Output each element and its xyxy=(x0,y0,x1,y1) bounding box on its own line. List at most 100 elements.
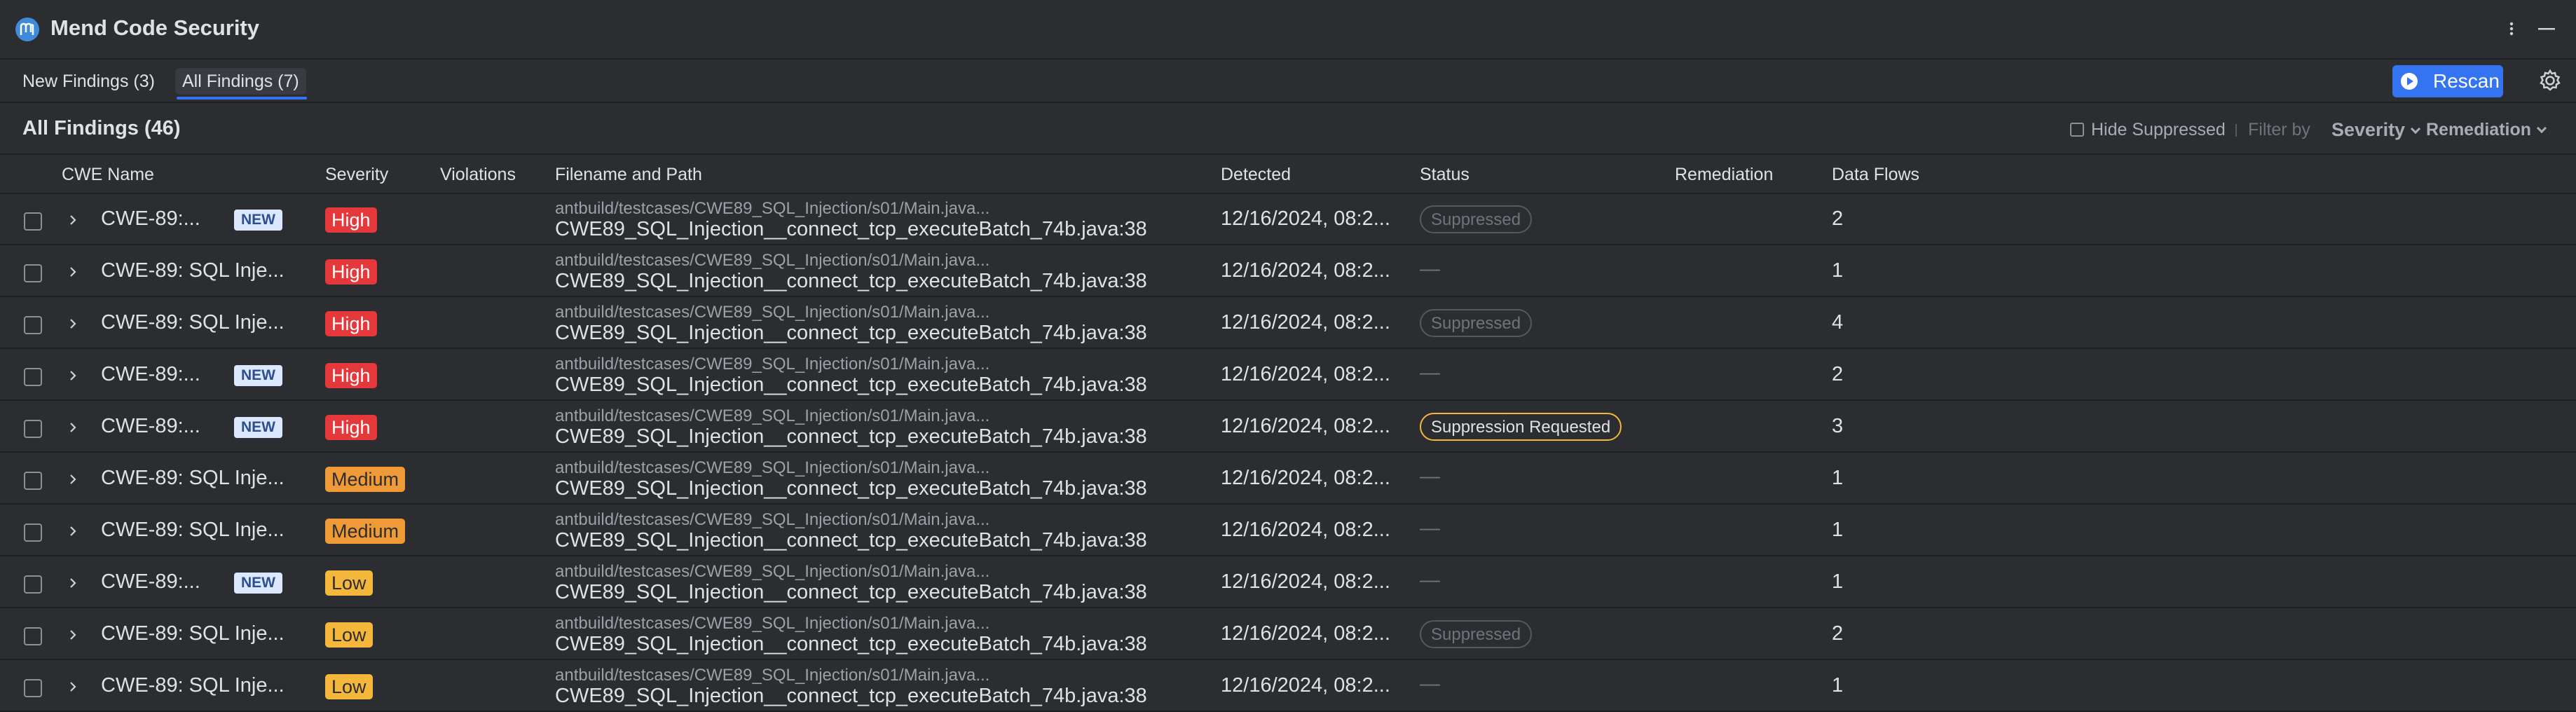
data-flows-count: 2 xyxy=(1832,363,1844,385)
severity-badge: High xyxy=(325,363,377,388)
data-flows-count: 1 xyxy=(1832,570,1844,593)
table-row[interactable]: CWE-89:...NEWHigh1antbuild/testcases/CWE… xyxy=(0,195,2576,245)
row-checkbox[interactable] xyxy=(24,472,42,490)
detected-date: 12/16/2024, 08:2... xyxy=(1221,570,1390,593)
file-name-line[interactable]: CWE89_SQL_Injection__connect_tcp_execute… xyxy=(555,322,1186,345)
table-row[interactable]: CWE-89: SQL Inje... Low antbuild/testcases… xyxy=(0,610,2576,660)
chevron-right-icon[interactable] xyxy=(67,318,78,329)
chevron-right-icon[interactable] xyxy=(67,214,78,226)
play-icon xyxy=(2401,73,2418,90)
file-name-line[interactable]: CWE89_SQL_Injection__connect_tcp_execute… xyxy=(555,218,1186,241)
gear-icon[interactable] xyxy=(2537,67,2563,94)
row-checkbox[interactable] xyxy=(24,575,42,594)
severity-badge: High xyxy=(325,207,377,233)
column-header-path[interactable]: Filename and Path xyxy=(555,165,702,185)
more-options-icon[interactable] xyxy=(2505,15,2519,41)
detected-date: 12/16/2024, 08:2... xyxy=(1221,259,1390,282)
table-row[interactable]: CWE-89:...NEWHigh1antbuild/testcases/CWE… xyxy=(0,350,2576,401)
chevron-down-icon xyxy=(2411,123,2421,135)
file-name-line[interactable]: CWE89_SQL_Injection__connect_tcp_execute… xyxy=(555,633,1186,656)
cwe-name: CWE-89: SQL Inje... xyxy=(101,467,285,489)
rescan-label: Rescan xyxy=(2433,70,2500,92)
chevron-right-icon[interactable] xyxy=(67,474,78,485)
chevron-right-icon[interactable] xyxy=(67,370,78,381)
remediation-filter-dropdown[interactable]: Remediation xyxy=(2426,120,2547,139)
row-checkbox[interactable] xyxy=(24,679,42,697)
column-header-remediation[interactable]: Remediation xyxy=(1675,165,1773,185)
status-badge: Suppressed xyxy=(1420,620,1533,648)
severity-badge: Medium xyxy=(325,519,406,544)
filter-by-label: Filter by xyxy=(2248,120,2310,139)
detected-date: 12/16/2024, 08:2... xyxy=(1221,622,1390,645)
row-checkbox[interactable] xyxy=(24,420,42,438)
chevron-right-icon[interactable] xyxy=(67,266,78,278)
severity-badge: Low xyxy=(325,570,373,596)
table-row[interactable]: CWE-89: SQL Inje... Medium antbuild/testca… xyxy=(0,506,2576,556)
status-badge: Suppressed xyxy=(1420,205,1533,233)
status-empty: — xyxy=(1420,258,1440,280)
table-header: CWE Name Severity Violations Filename an… xyxy=(0,156,2576,194)
column-header-detected[interactable]: Detected xyxy=(1221,165,1291,185)
data-flows-count: 1 xyxy=(1832,519,1844,541)
table-row[interactable]: CWE-89: SQL Inje... High 1 antbuild/testcas… xyxy=(0,247,2576,297)
row-checkbox[interactable] xyxy=(24,212,42,231)
status-empty: — xyxy=(1420,517,1440,540)
table-row[interactable]: CWE-89: SQL Inje... Low antbuild/testcases… xyxy=(0,662,2576,712)
file-name-line[interactable]: CWE89_SQL_Injection__connect_tcp_execute… xyxy=(555,425,1186,449)
chevron-right-icon[interactable] xyxy=(67,526,78,537)
file-path: antbuild/testcases/CWE89_SQL_Injection/s… xyxy=(555,355,990,374)
status-empty: — xyxy=(1420,673,1440,695)
file-name-line[interactable]: CWE89_SQL_Injection__connect_tcp_execute… xyxy=(555,374,1186,397)
data-flows-count: 4 xyxy=(1832,311,1844,334)
severity-filter-label: Severity xyxy=(2331,119,2406,140)
app-title: Mend Code Security xyxy=(50,15,259,40)
status-empty: — xyxy=(1420,569,1440,591)
file-name-line[interactable]: CWE89_SQL_Injection__connect_tcp_execute… xyxy=(555,529,1186,552)
row-checkbox[interactable] xyxy=(24,316,42,334)
tab-all-findings[interactable]: All Findings (7) xyxy=(175,68,306,95)
table-row[interactable]: CWE-89:... NEW High antbuild/testcases/CWE8… xyxy=(0,402,2576,453)
file-name-line[interactable]: CWE89_SQL_Injection__connect_tcp_execute… xyxy=(555,581,1186,604)
table-row[interactable]: CWE-89:... NEW Low antbuild/testcases/CWE89… xyxy=(0,558,2576,608)
file-path: antbuild/testcases/CWE89_SQL_Injection/s… xyxy=(555,303,990,322)
column-header-cwe[interactable]: CWE Name xyxy=(62,165,154,185)
detected-date: 12/16/2024, 08:2... xyxy=(1221,415,1390,437)
file-name-line[interactable]: CWE89_SQL_Injection__connect_tcp_execute… xyxy=(555,685,1186,708)
severity-filter-dropdown[interactable]: Severity xyxy=(2325,117,2425,142)
row-checkbox[interactable] xyxy=(24,627,42,645)
column-header-data-flows[interactable]: Data Flows xyxy=(1832,165,1919,185)
row-checkbox[interactable] xyxy=(24,264,42,282)
cwe-name: CWE-89: SQL Inje... xyxy=(101,674,285,697)
title-bar: Mend Code Security xyxy=(0,0,2576,60)
chevron-right-icon[interactable] xyxy=(67,681,78,692)
status-badge: Suppressed xyxy=(1420,309,1533,337)
table-row[interactable]: CWE-89: SQL Inje... Medium antbuild/testca… xyxy=(0,454,2576,505)
detected-date: 12/16/2024, 08:2... xyxy=(1221,207,1390,230)
detected-date: 12/16/2024, 08:2... xyxy=(1221,311,1390,334)
status-empty: — xyxy=(1420,465,1440,488)
new-badge: NEW xyxy=(234,365,282,386)
cwe-name: CWE-89: SQL Inje... xyxy=(101,622,285,645)
minimize-icon[interactable] xyxy=(2535,15,2558,41)
table-row[interactable]: CWE-89: SQL Inje... High antbuild/testcase… xyxy=(0,299,2576,349)
detected-date: 12/16/2024, 08:2... xyxy=(1221,363,1390,385)
data-flows-count: 2 xyxy=(1832,207,1844,230)
column-header-severity[interactable]: Severity xyxy=(325,165,388,185)
remediation-filter-label: Remediation xyxy=(2426,120,2532,139)
column-header-violations[interactable]: Violations xyxy=(440,165,516,185)
detected-date: 12/16/2024, 08:2... xyxy=(1221,519,1390,541)
chevron-right-icon[interactable] xyxy=(67,577,78,589)
rescan-button[interactable]: Rescan xyxy=(2392,65,2503,97)
hide-suppressed-checkbox[interactable] xyxy=(2070,123,2084,137)
chevron-right-icon[interactable] xyxy=(67,422,78,433)
tab-new-findings[interactable]: New Findings (3) xyxy=(15,68,162,95)
file-path: antbuild/testcases/CWE89_SQL_Injection/s… xyxy=(555,562,990,581)
column-header-status[interactable]: Status xyxy=(1420,165,1469,185)
severity-badge: Low xyxy=(325,674,373,699)
row-checkbox[interactable] xyxy=(24,368,42,386)
row-checkbox[interactable] xyxy=(24,523,42,542)
file-name-line[interactable]: CWE89_SQL_Injection__connect_tcp_execute… xyxy=(555,270,1186,293)
chevron-right-icon[interactable] xyxy=(67,629,78,641)
file-name-line[interactable]: CWE89_SQL_Injection__connect_tcp_execute… xyxy=(555,477,1186,500)
data-flows-count: 2 xyxy=(1832,622,1844,645)
